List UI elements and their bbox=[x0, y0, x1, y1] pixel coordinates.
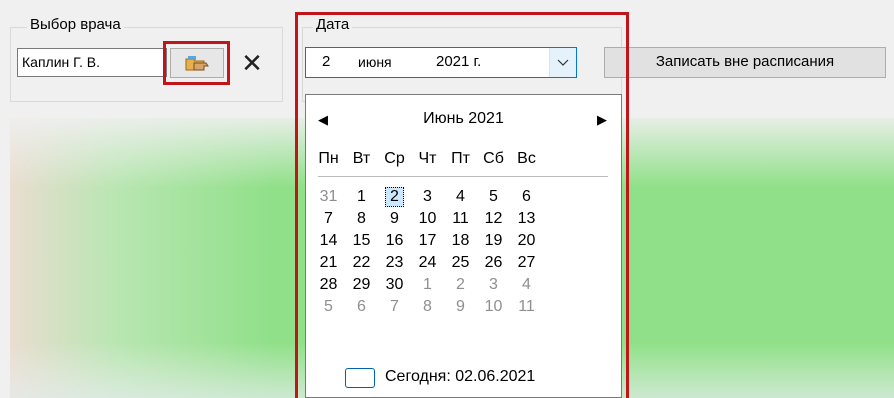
clear-doctor-button[interactable]: ✕ bbox=[236, 48, 268, 78]
close-icon: ✕ bbox=[241, 48, 263, 78]
doctor-field[interactable]: Каплин Г. В. bbox=[17, 48, 167, 77]
pick-doctor-button[interactable] bbox=[170, 48, 224, 78]
doctor-group-title: Выбор врача bbox=[27, 16, 124, 34]
record-outside-schedule-button[interactable]: Записать вне расписания bbox=[604, 47, 886, 78]
folder-hand-icon bbox=[185, 56, 209, 71]
date-highlight-frame bbox=[295, 12, 629, 398]
